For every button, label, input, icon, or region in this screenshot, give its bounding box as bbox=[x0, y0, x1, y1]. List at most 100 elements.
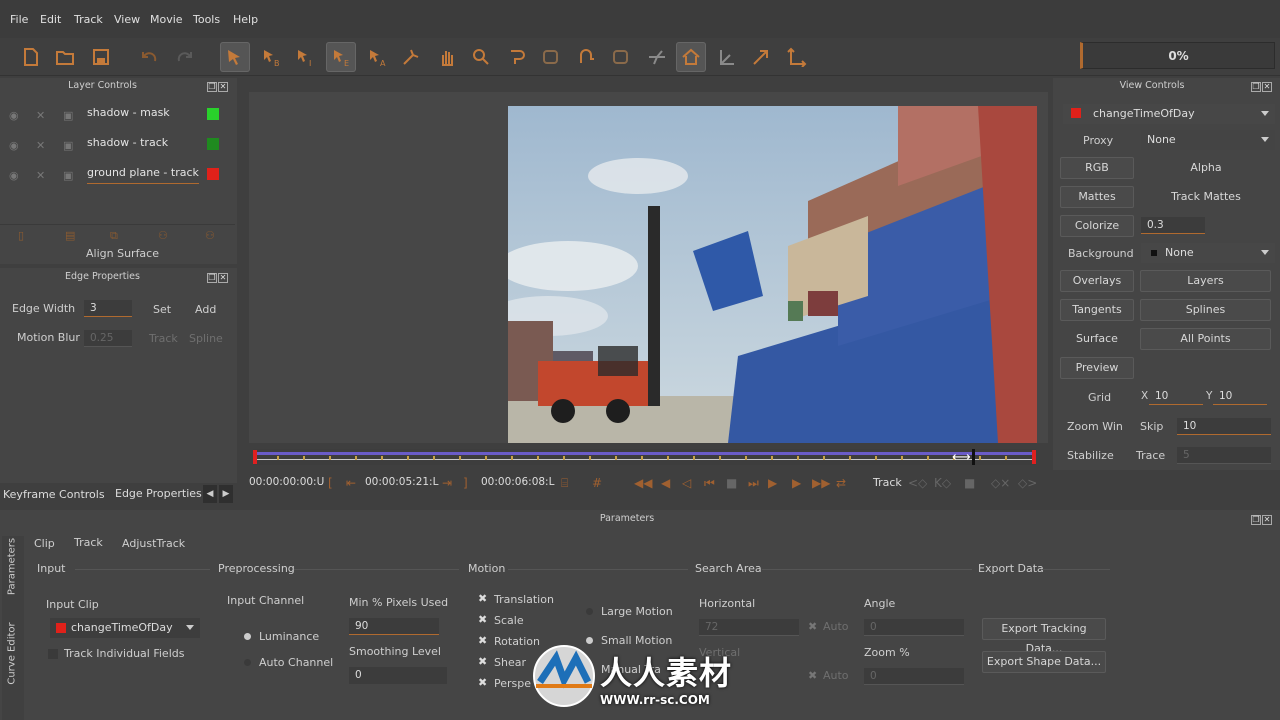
clip-select[interactable]: changeTimeOfDay bbox=[1063, 104, 1275, 124]
tab-scroll-right-icon[interactable]: ▶ bbox=[219, 485, 233, 503]
xspline-icon[interactable] bbox=[572, 42, 602, 72]
select-arrow-icon[interactable] bbox=[220, 42, 250, 72]
link-one-icon[interactable]: ⚇ bbox=[205, 229, 215, 242]
loop-icon[interactable]: ⇄ bbox=[836, 476, 846, 490]
menu-movie[interactable]: Movie bbox=[150, 13, 183, 26]
translation-check-icon[interactable]: ✖ bbox=[478, 592, 487, 605]
lock-icon[interactable]: ▣ bbox=[63, 169, 73, 182]
go-out-icon[interactable]: ⇥ bbox=[442, 476, 452, 490]
layers-button[interactable]: Layers bbox=[1140, 270, 1271, 292]
trace-input[interactable]: 5 bbox=[1177, 447, 1271, 464]
play-back-icon[interactable]: ◁ bbox=[682, 476, 691, 490]
float-icon[interactable]: ❐ bbox=[207, 82, 217, 92]
stabilize-button[interactable]: Stabilize bbox=[1067, 449, 1114, 462]
step-forward-icon[interactable]: ▶ bbox=[792, 476, 801, 490]
zoom-win-button[interactable]: Zoom Win bbox=[1067, 420, 1123, 433]
large-motion-radio[interactable] bbox=[586, 608, 593, 615]
export-tracking-button[interactable]: Export Tracking Data... bbox=[982, 618, 1106, 655]
smoothing-input[interactable]: 0 bbox=[349, 667, 447, 684]
visibility-icon[interactable]: ✕ bbox=[36, 139, 45, 152]
min-pixels-input[interactable]: 90 bbox=[349, 618, 439, 635]
auto-check-icon[interactable]: ✖ bbox=[808, 669, 817, 682]
save-icon[interactable] bbox=[86, 42, 116, 72]
menu-edit[interactable]: Edit bbox=[40, 13, 61, 26]
float-icon[interactable]: ❐ bbox=[1251, 82, 1261, 92]
key-next-icon[interactable]: ◇> bbox=[1018, 476, 1037, 490]
zoom-icon[interactable] bbox=[466, 42, 496, 72]
menu-file[interactable]: File bbox=[10, 13, 28, 26]
corner-pin-icon[interactable] bbox=[712, 42, 742, 72]
rotation-check-icon[interactable]: ✖ bbox=[478, 634, 487, 647]
start-timecode[interactable]: 00:00:00:00:U bbox=[249, 476, 324, 488]
key-clear-icon[interactable]: ◇× bbox=[991, 476, 1010, 490]
eye-icon[interactable]: ◉ bbox=[9, 139, 19, 152]
step-back-icon[interactable]: ◀ bbox=[661, 476, 670, 490]
key-prev-icon[interactable]: <◇ bbox=[908, 476, 927, 490]
new-layer-icon[interactable]: ▯ bbox=[18, 229, 24, 242]
lock-icon[interactable]: ▣ bbox=[63, 109, 73, 122]
end-timecode[interactable]: 00:00:06:08:L bbox=[481, 476, 554, 488]
track-button[interactable]: Track bbox=[149, 332, 178, 345]
layer-row[interactable]: ◉ ✕ ▣ ground plane - track bbox=[0, 160, 235, 188]
arrow-ne-icon[interactable] bbox=[746, 42, 776, 72]
close-icon[interactable]: ✕ bbox=[218, 82, 228, 92]
horizontal-input[interactable]: 72 bbox=[699, 619, 799, 636]
select-i-icon[interactable]: I bbox=[290, 42, 320, 72]
move-point-icon[interactable] bbox=[396, 42, 426, 72]
tab-curve-editor[interactable]: Curve Editor bbox=[7, 616, 18, 692]
rgb-button[interactable]: RGB bbox=[1060, 157, 1134, 179]
trim-icon[interactable]: ⌸ bbox=[561, 476, 568, 491]
input-clip-select[interactable]: changeTimeOfDay bbox=[50, 618, 200, 638]
set-button[interactable]: Set bbox=[153, 303, 171, 316]
edge-width-input[interactable]: 3 bbox=[84, 300, 132, 317]
track-mattes-button[interactable]: Track Mattes bbox=[1141, 186, 1271, 208]
axis-icon[interactable] bbox=[782, 42, 812, 72]
layer-row[interactable]: ◉ ✕ ▣ shadow - track bbox=[0, 130, 235, 158]
layer-color-swatch[interactable] bbox=[207, 168, 219, 180]
luminance-radio[interactable] bbox=[244, 633, 251, 640]
mattes-button[interactable]: Mattes bbox=[1060, 186, 1134, 208]
timeline-bar[interactable] bbox=[253, 449, 1036, 465]
play-icon[interactable]: ▶ bbox=[768, 476, 777, 490]
set-in-icon[interactable]: [ bbox=[328, 476, 333, 490]
grid-y-input[interactable]: 10 bbox=[1213, 388, 1267, 405]
preview-button[interactable]: Preview bbox=[1060, 357, 1134, 379]
align-surface-button[interactable]: Align Surface bbox=[86, 247, 159, 260]
menu-track[interactable]: Track bbox=[74, 13, 103, 26]
add-button[interactable]: Add bbox=[195, 303, 216, 316]
undo-icon[interactable] bbox=[134, 42, 164, 72]
tab-adjusttrack[interactable]: AdjustTrack bbox=[122, 537, 185, 550]
eye-icon[interactable]: ◉ bbox=[9, 169, 19, 182]
select-a-icon[interactable]: A bbox=[362, 42, 392, 72]
close-icon[interactable]: ✕ bbox=[218, 273, 228, 283]
duplicate-icon[interactable]: ⧉ bbox=[110, 229, 118, 243]
menu-view[interactable]: View bbox=[114, 13, 140, 26]
bspline-icon[interactable] bbox=[606, 42, 636, 72]
tab-scroll-left-icon[interactable]: ◀ bbox=[203, 485, 217, 503]
tab-parameters[interactable]: Parameters bbox=[7, 529, 18, 605]
close-icon[interactable]: ✕ bbox=[1262, 515, 1272, 525]
spline-button[interactable]: Spline bbox=[189, 332, 223, 345]
layer-row[interactable]: ◉ ✕ ▣ shadow - mask bbox=[0, 100, 235, 128]
lock-icon[interactable]: ▣ bbox=[63, 139, 73, 152]
background-select[interactable]: None bbox=[1141, 243, 1275, 263]
eye-icon[interactable]: ◉ bbox=[9, 109, 19, 122]
float-icon[interactable]: ❐ bbox=[1251, 515, 1261, 525]
select-b-icon[interactable]: B bbox=[256, 42, 286, 72]
close-icon[interactable]: ✕ bbox=[1262, 82, 1272, 92]
go-end-icon[interactable]: ⏭ bbox=[748, 476, 759, 491]
surface-button[interactable]: Surface bbox=[1060, 328, 1134, 350]
zoom-input[interactable]: 0 bbox=[864, 668, 964, 685]
tab-clip[interactable]: Clip bbox=[34, 537, 55, 550]
open-folder-icon[interactable] bbox=[50, 42, 80, 72]
overlays-button[interactable]: Overlays bbox=[1060, 270, 1134, 292]
link-all-icon[interactable]: ⚇ bbox=[158, 229, 168, 242]
layer-color-swatch[interactable] bbox=[207, 138, 219, 150]
perspective-check-icon[interactable]: ✖ bbox=[478, 676, 487, 689]
video-frame[interactable] bbox=[508, 106, 1037, 443]
tangents-button[interactable]: Tangents bbox=[1060, 299, 1134, 321]
visibility-icon[interactable]: ✕ bbox=[36, 109, 45, 122]
set-out-icon[interactable]: ] bbox=[463, 476, 468, 490]
skip-input[interactable]: 10 bbox=[1177, 418, 1271, 435]
key-toggle-icon[interactable]: K◇ bbox=[934, 476, 951, 490]
